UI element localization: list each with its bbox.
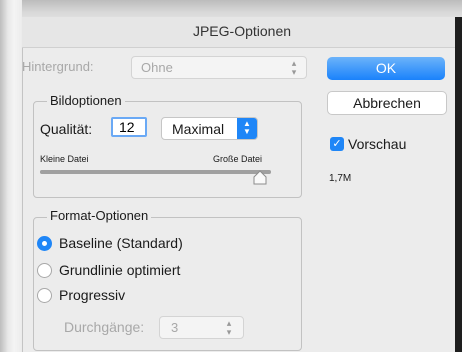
quality-input[interactable] (111, 117, 147, 137)
quality-slider-track[interactable] (40, 170, 271, 174)
background-select: Ohne ▴ ▾ (131, 56, 307, 79)
format-options-legend: Format-Optionen (47, 208, 152, 223)
select-arrows-icon: ▲ ▼ (237, 118, 257, 139)
preview-checkbox[interactable]: ✓ (330, 137, 344, 151)
radio-optimized[interactable] (37, 263, 52, 278)
slider-max-label: Große Datei (213, 154, 263, 164)
radio-progressive-label[interactable]: Progressiv (59, 287, 125, 303)
select-arrows-icon: ▴ ▾ (226, 318, 232, 337)
quality-label: Qualität: (40, 121, 93, 137)
background-select-value: Ohne (141, 60, 173, 75)
background-window-shadow (0, 0, 22, 352)
quality-preset-select[interactable]: Maximal ▲ ▼ (161, 117, 258, 140)
background-dark-edge (455, 17, 462, 352)
slider-min-label: Kleine Datei (40, 154, 89, 164)
radio-baseline[interactable] (37, 236, 52, 251)
radio-baseline-label[interactable]: Baseline (Standard) (59, 235, 183, 251)
radio-optimized-label[interactable]: Grundlinie optimiert (59, 262, 180, 278)
passes-select: 3 ▴ ▾ (159, 316, 244, 339)
quality-slider-fill (40, 170, 271, 174)
passes-select-value: 3 (171, 320, 179, 335)
preview-label[interactable]: Vorschau (348, 136, 406, 152)
passes-label: Durchgänge: (64, 319, 145, 335)
image-options-legend: Bildoptionen (47, 93, 125, 108)
radio-progressive[interactable] (37, 288, 52, 303)
window-title: JPEG-Optionen (192, 23, 292, 39)
background-label: Hintergrund: (22, 59, 94, 74)
select-arrows-icon: ▴ ▾ (291, 58, 297, 77)
quality-slider-thumb[interactable] (253, 170, 267, 185)
file-size: 1,7M (329, 173, 352, 184)
cancel-button[interactable]: Abbrechen (327, 91, 447, 115)
ok-button[interactable]: OK (327, 57, 445, 80)
quality-preset-value: Maximal (172, 121, 225, 137)
checkmark-icon: ✓ (332, 138, 342, 150)
